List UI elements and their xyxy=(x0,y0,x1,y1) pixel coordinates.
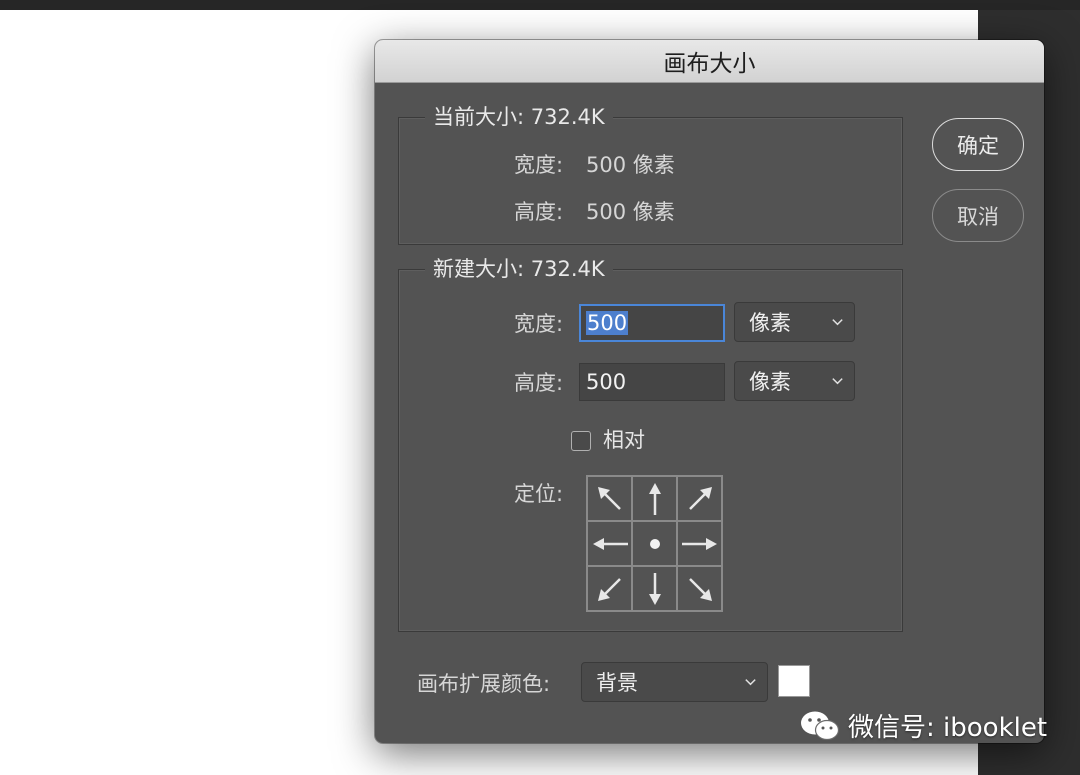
watermark-text: 微信号: ibooklet xyxy=(848,713,1048,743)
watermark: 微信号: ibooklet xyxy=(798,707,1047,744)
width-unit-value: 像素 xyxy=(749,311,791,335)
height-unit-value: 像素 xyxy=(749,370,791,394)
app-top-bar xyxy=(0,0,1080,10)
cancel-button-label: 取消 xyxy=(957,204,999,229)
ok-button[interactable]: 确定 xyxy=(932,118,1024,171)
new-width-label: 宽度: xyxy=(514,312,564,336)
height-input-value: 500 xyxy=(586,370,627,394)
chevron-down-icon xyxy=(832,319,843,326)
anchor-left[interactable] xyxy=(587,521,632,566)
arrow-down-icon xyxy=(648,572,661,605)
ok-button-label: 确定 xyxy=(957,133,999,158)
arrow-right-icon xyxy=(681,537,717,550)
anchor-top[interactable] xyxy=(632,476,677,521)
current-height-label: 高度: xyxy=(514,200,564,224)
current-width-label: 宽度: xyxy=(514,153,564,177)
anchor-bottom-right[interactable] xyxy=(677,566,722,611)
height-unit-select[interactable]: 像素 xyxy=(734,361,855,401)
anchor-top-left[interactable] xyxy=(587,476,632,521)
arrow-up-right-icon xyxy=(688,486,712,510)
new-height-label: 高度: xyxy=(514,371,564,395)
anchor-center[interactable] xyxy=(632,521,677,566)
width-input[interactable]: 500 xyxy=(579,304,725,342)
anchor-top-right[interactable] xyxy=(677,476,722,521)
dialog-title-bar[interactable]: 画布大小 xyxy=(375,40,1044,83)
chevron-down-icon xyxy=(832,378,843,385)
height-input[interactable]: 500 xyxy=(579,363,725,401)
chevron-down-icon xyxy=(745,679,756,686)
width-unit-select[interactable]: 像素 xyxy=(734,302,855,342)
relative-label: 相对 xyxy=(603,428,645,452)
current-size-legend: 当前大小: 732.4K xyxy=(425,103,613,131)
anchor-bottom[interactable] xyxy=(632,566,677,611)
canvas-size-dialog: 画布大小 当前大小: 732.4K 宽度: 500 像素 高度: 500 像素 … xyxy=(375,40,1044,743)
extension-color-label: 画布扩展颜色: xyxy=(417,672,551,696)
arrow-left-icon xyxy=(592,537,628,550)
wechat-icon xyxy=(801,711,840,740)
relative-checkbox[interactable] xyxy=(571,431,591,451)
width-input-value: 500 xyxy=(586,311,629,335)
extension-color-value: 背景 xyxy=(596,671,638,695)
extension-color-select[interactable]: 背景 xyxy=(581,662,768,702)
anchor-grid xyxy=(586,475,723,612)
arrow-up-left-icon xyxy=(597,486,621,510)
arrow-down-left-icon xyxy=(597,577,621,601)
arrow-up-icon xyxy=(648,482,661,515)
anchor-label: 定位: xyxy=(514,482,564,506)
center-dot-icon xyxy=(649,538,660,549)
arrow-down-right-icon xyxy=(688,577,712,601)
extension-color-swatch[interactable] xyxy=(778,665,810,697)
current-width-value: 500 像素 xyxy=(586,153,675,177)
anchor-bottom-left[interactable] xyxy=(587,566,632,611)
new-size-legend: 新建大小: 732.4K xyxy=(425,255,613,283)
anchor-right[interactable] xyxy=(677,521,722,566)
current-height-value: 500 像素 xyxy=(586,200,675,224)
cancel-button[interactable]: 取消 xyxy=(932,189,1024,242)
dialog-title: 画布大小 xyxy=(663,51,756,77)
